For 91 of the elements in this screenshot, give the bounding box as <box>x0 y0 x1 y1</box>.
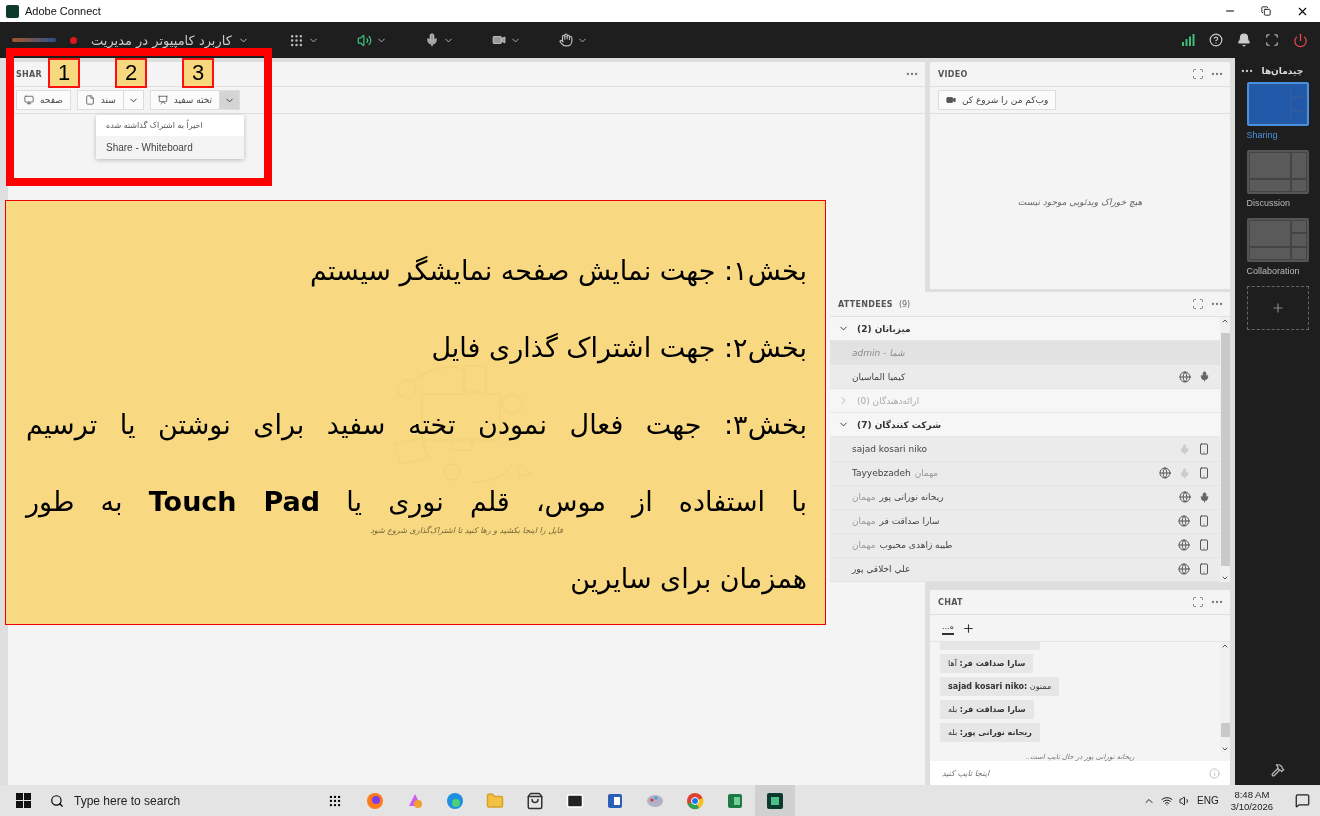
scroll-down-icon <box>1221 574 1229 582</box>
attendee-name[interactable]: علي اخلاقي پور <box>852 564 911 575</box>
menu-item[interactable]: Share - Whiteboard <box>96 136 244 159</box>
number-badge: 1 <box>48 58 80 88</box>
task-view-icon <box>328 793 342 808</box>
drop-hint: فایل را اینجا بکشید و رها کنید تا اشتراک‌گذاری شروع شود <box>370 526 563 535</box>
notification-icon <box>1295 793 1310 808</box>
language-indicator[interactable]: ENG <box>1197 795 1219 806</box>
share-button[interactable]: سند <box>76 90 144 110</box>
note-text: بخش۳: جهت فعال نمودن تخته سفید برای نوشتن یا ترسیم <box>26 408 807 443</box>
monitor-icon <box>24 95 34 105</box>
note-text: بخش۱: جهت نمایش صفحه نمایشگر سیستم <box>308 254 807 289</box>
chat-message: ریحانه نورانی پور: بله <box>940 723 1040 742</box>
taskbar-clock[interactable]: 8:48 AM 3/10/2026 <box>1224 788 1279 813</box>
layout-label: Sharing <box>1246 130 1279 140</box>
group-title[interactable]: شرکت کنندگان (7) <box>857 419 942 430</box>
tools-icon <box>1270 763 1285 777</box>
scroll-up-icon <box>1221 317 1229 325</box>
layouts-title: چیدمان‌ها <box>1261 66 1304 76</box>
fullscreen-icon <box>1192 596 1204 608</box>
chat-message: سارا صداقت فر: بله <box>940 700 1034 719</box>
attendee-name[interactable]: sajad kosari niko <box>852 444 928 454</box>
guest-label: مهمان <box>914 468 939 479</box>
layout-thumbnail[interactable] <box>1246 218 1309 262</box>
chat-input-field[interactable]: اینجا تایپ کنید <box>930 761 1230 785</box>
note-text: بخش۲: جهت اشتراک گذاری فایل <box>430 331 807 366</box>
layout-label: Collaboration <box>1246 266 1301 276</box>
layout-thumbnail[interactable] <box>1246 82 1309 126</box>
search-input[interactable]: Type here to search <box>72 792 276 809</box>
layout-label: Discussion <box>1246 198 1291 208</box>
guest-label: مهمان <box>852 516 876 527</box>
window-title: Adobe Connect <box>25 5 101 17</box>
scroll-down-icon <box>1221 745 1229 753</box>
camera-icon <box>946 95 956 105</box>
share-button[interactable]: صفحه <box>16 90 71 110</box>
layout-thumbnail[interactable] <box>1246 150 1309 194</box>
pod-title: CHAT <box>938 597 963 607</box>
guest-label: مهمان <box>852 540 876 551</box>
fullscreen-icon <box>1192 68 1204 80</box>
chat-tab[interactable]: ه... <box>942 621 954 635</box>
number-badge: 3 <box>182 58 214 88</box>
scrollbar[interactable] <box>1220 642 1230 753</box>
group-title[interactable]: میزبانان (2) <box>857 323 911 334</box>
whiteboard-icon <box>157 95 168 105</box>
meeting-app-icon[interactable] <box>755 785 795 816</box>
attendee-count: (9) <box>898 299 911 309</box>
camera-icon <box>491 33 506 47</box>
bell-icon <box>1237 33 1251 47</box>
chat-message: سارا صداقت فر: آها <box>940 654 1034 673</box>
add-tab-button[interactable] <box>961 621 975 635</box>
meeting-menu[interactable]: کاربرد کامپیوتر در مدیریت <box>91 32 263 48</box>
fullscreen-icon <box>1192 298 1204 310</box>
scroll-thumb[interactable] <box>1220 723 1230 737</box>
chat-input[interactable]: اینجا تایپ کنید <box>940 767 1209 779</box>
empty-message: هیچ خوراک ویدئویی موجود نیست <box>1017 196 1143 207</box>
pod-title: ATTENDEES <box>838 299 893 309</box>
search-icon <box>50 793 64 808</box>
speaker-icon <box>356 32 372 48</box>
attendee-name[interactable]: ریحانه نورانی پور <box>879 492 944 503</box>
fullscreen-icon <box>1265 33 1279 47</box>
plus-icon <box>961 621 975 635</box>
menu-header: اخیراً به اشتراک گذاشته شده <box>105 118 204 132</box>
attendee-name[interactable]: طیبه زاهدی محبوب <box>879 540 953 551</box>
windows-logo-icon <box>15 793 31 808</box>
start-webcam-button[interactable]: وب‌کم من را شروع کن <box>938 90 1057 110</box>
number-badge: 2 <box>115 58 147 88</box>
attendee-name[interactable]: سارا صداقت فر <box>879 516 940 527</box>
plus-icon <box>1270 301 1285 315</box>
hand-icon <box>558 33 573 47</box>
note-text: همزمان برای سایرین <box>569 562 807 597</box>
attendee-name[interactable]: Tayyebzadeh <box>852 468 911 479</box>
attendee-name[interactable]: کیمیا الماسیان <box>852 371 906 382</box>
brand-logo-icon <box>12 38 56 42</box>
taskbar-search[interactable]: Type here to search <box>38 785 315 816</box>
help-icon <box>1209 33 1223 47</box>
signal-bars-icon <box>1182 34 1195 46</box>
restore-icon <box>1261 6 1271 16</box>
add-layout-button[interactable] <box>1246 286 1309 330</box>
pod-title: VIDEO <box>938 69 968 79</box>
dropdown-toggle[interactable] <box>219 91 240 109</box>
document-icon <box>84 95 95 105</box>
microphone-icon <box>424 33 439 47</box>
power-icon <box>1293 32 1308 48</box>
share-button[interactable]: تخته سفید <box>149 90 241 110</box>
app-logo-icon <box>6 4 19 18</box>
info-icon <box>1209 767 1220 779</box>
guest-label: مهمان <box>852 492 876 503</box>
grid-icon <box>288 32 304 48</box>
pod-title: SHAR <box>16 69 42 79</box>
network-icon <box>1161 794 1174 807</box>
scroll-up-icon <box>1221 642 1229 650</box>
